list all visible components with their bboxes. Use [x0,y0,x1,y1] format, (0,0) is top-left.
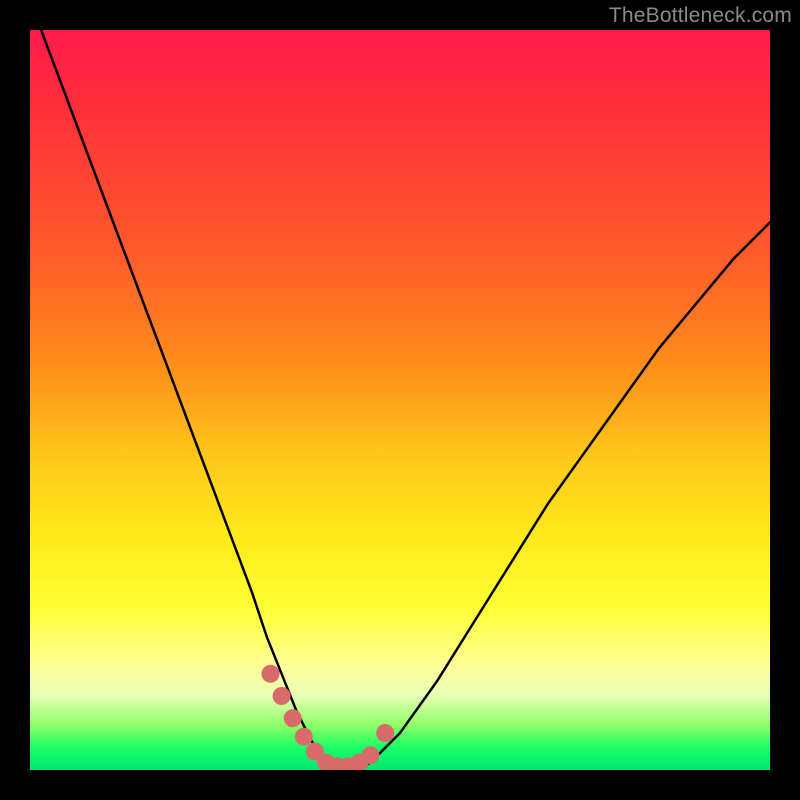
outer-frame: TheBottleneck.com [0,0,800,800]
highlight-dot [295,728,313,746]
highlight-dot [376,724,394,742]
plot-area [30,30,770,770]
bottleneck-curve [30,30,770,770]
watermark-text: TheBottleneck.com [609,4,792,28]
chart-svg [30,30,770,770]
highlight-dot [284,709,302,727]
highlight-dot [262,665,280,683]
highlight-dot [361,746,379,764]
highlight-dot [273,687,291,705]
